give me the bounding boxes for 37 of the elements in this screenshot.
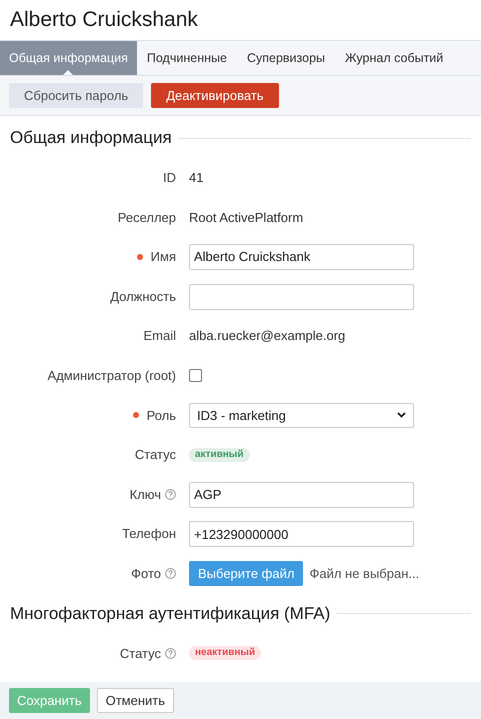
field-label: Ключ <box>130 486 161 504</box>
status-badge: активный <box>189 448 250 462</box>
field-label: ID <box>163 169 176 188</box>
field-label: Email <box>143 327 176 346</box>
tab[interactable]: Супервизоры <box>236 41 336 75</box>
field-value: 41 <box>189 169 204 188</box>
file-status: Файл не выбран... <box>309 564 420 583</box>
reset-password-button[interactable]: Сбросить пароль <box>9 83 144 108</box>
field-label: Имя <box>150 248 176 266</box>
help-icon[interactable] <box>165 568 176 580</box>
tab[interactable]: Журнал событий <box>335 41 454 75</box>
field-label: Статус <box>134 446 176 464</box>
field-label: Администратор (root) <box>48 367 176 386</box>
section-heading: Общая информация <box>10 127 172 150</box>
help-icon[interactable] <box>165 648 176 659</box>
field-label: Статус <box>120 644 161 663</box>
section-heading: Многофакторная аутентификация (MFA) <box>10 602 330 625</box>
chevron-down-icon <box>397 412 406 418</box>
input-field[interactable]: +123290000000 <box>189 521 414 548</box>
field-label: Роль <box>146 406 176 425</box>
role-select[interactable]: ID3 - marketing <box>189 402 414 428</box>
status-badge: неактивный <box>189 646 262 660</box>
cancel-button[interactable]: Отменить <box>96 688 174 713</box>
field-value: alba.ruecker@example.org <box>189 327 346 346</box>
checkbox[interactable] <box>189 369 202 382</box>
input-field[interactable]: Alberto Cruickshank <box>189 244 414 270</box>
field-label: Фото <box>131 564 161 583</box>
deactivate-button[interactable]: Деактивировать <box>151 83 279 108</box>
input-field[interactable]: AGP <box>189 482 414 508</box>
field-label: Должность <box>110 288 176 306</box>
field-value: Root ActivePlatform <box>189 208 304 227</box>
field-label: Реселлер <box>118 208 176 227</box>
input-field[interactable] <box>189 284 414 310</box>
help-icon[interactable] <box>165 489 176 500</box>
field-label: Телефон <box>122 525 176 544</box>
tab[interactable]: Подчиненные <box>136 41 237 75</box>
page-title: Alberto Cruickshank <box>9 7 199 34</box>
